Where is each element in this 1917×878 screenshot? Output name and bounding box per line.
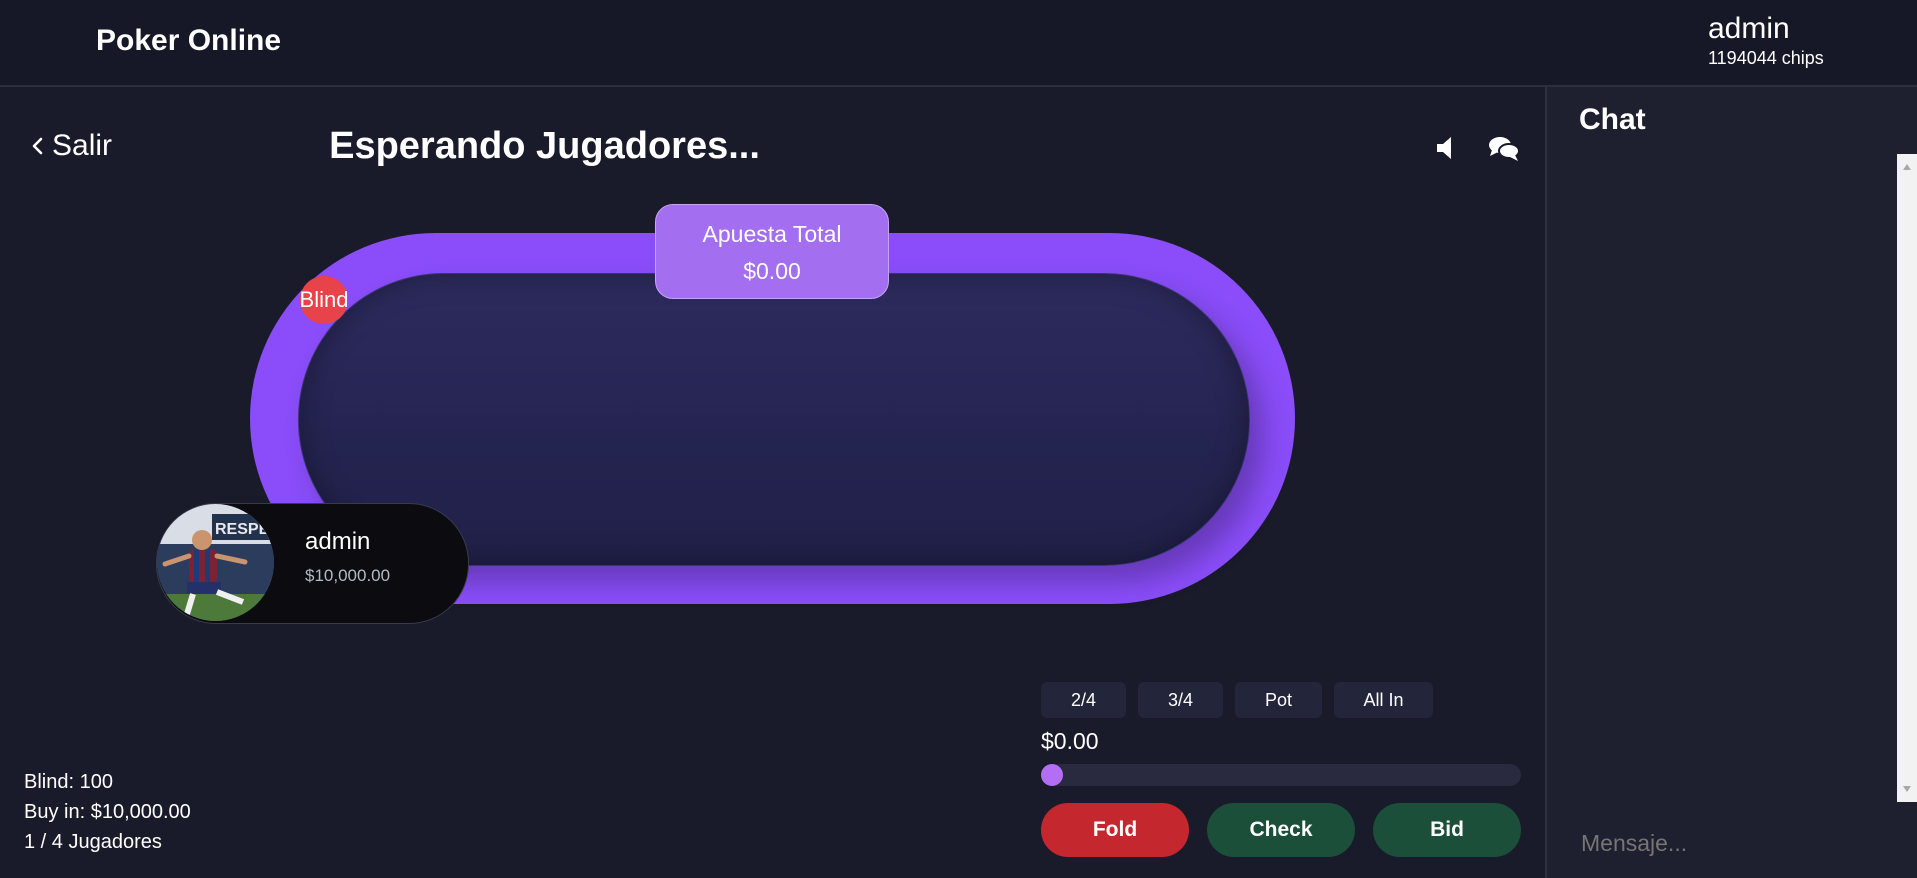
game-status-text: Esperando Jugadores...: [329, 125, 760, 167]
bid-button[interactable]: Bid: [1373, 803, 1521, 857]
chat-message-input[interactable]: [1579, 829, 1883, 858]
pot-display: Apuesta Total $0.00: [655, 204, 889, 299]
pot-label: Apuesta Total: [702, 221, 842, 247]
svg-text:RESPEC: RESPEC: [215, 521, 274, 538]
bet-slider[interactable]: [1041, 764, 1521, 786]
players-info: 1 / 4 Jugadores: [24, 831, 162, 853]
check-button[interactable]: Check: [1207, 803, 1355, 857]
fold-button[interactable]: Fold: [1041, 803, 1189, 857]
blind-marker-label: Blind: [299, 287, 349, 312]
user-name: admin: [1708, 12, 1790, 45]
chat-title: Chat: [1579, 103, 1646, 136]
app-title: Poker Online: [96, 24, 282, 57]
game-status-title: Esperando Jugadores...: [0, 125, 1545, 168]
blind-info: Blind: 100: [24, 771, 113, 793]
scroll-arrows: [1903, 164, 1911, 792]
chat-panel: Chat: [1545, 87, 1917, 878]
player-seat: RESPEC admin $10,000.00: [156, 503, 469, 624]
user-info: admin 1194044 chips: [1708, 12, 1824, 69]
player-photo: RESPEC: [157, 504, 274, 621]
quick-bet-three-quarter-button[interactable]: 3/4: [1138, 682, 1223, 718]
player-name: admin: [305, 528, 371, 555]
player-stack: $10,000.00: [305, 566, 391, 585]
quick-bet-half-button[interactable]: 2/4: [1041, 682, 1126, 718]
sound-toggle-button[interactable]: [1436, 135, 1456, 161]
bet-amount: $0.00: [1041, 728, 1099, 754]
user-chips: 1194044 chips: [1708, 48, 1824, 68]
buy-in-info: Buy in: $10,000.00: [24, 801, 191, 823]
game-area: Salir Esperando Jugadores... Apuesta Tot…: [0, 87, 1545, 878]
game-info: Blind: 100 Buy in: $10,000.00 1 / 4 Juga…: [24, 767, 191, 857]
speaker-icon: [1437, 137, 1451, 159]
avatar: RESPEC: [157, 504, 274, 621]
quick-bet-all-in-button[interactable]: All In: [1334, 682, 1433, 718]
chat-bubbles-icon: [1489, 137, 1520, 161]
bet-slider-thumb[interactable]: [1041, 764, 1063, 786]
pot-amount: $0.00: [743, 258, 801, 284]
top-bar: Poker Online admin 1194044 chips: [0, 0, 1917, 87]
blind-marker: Blind: [300, 276, 348, 324]
chat-toggle-button[interactable]: [1488, 135, 1520, 163]
quick-bet-pot-button[interactable]: Pot: [1235, 682, 1322, 718]
chat-scrollbar[interactable]: [1897, 154, 1917, 802]
